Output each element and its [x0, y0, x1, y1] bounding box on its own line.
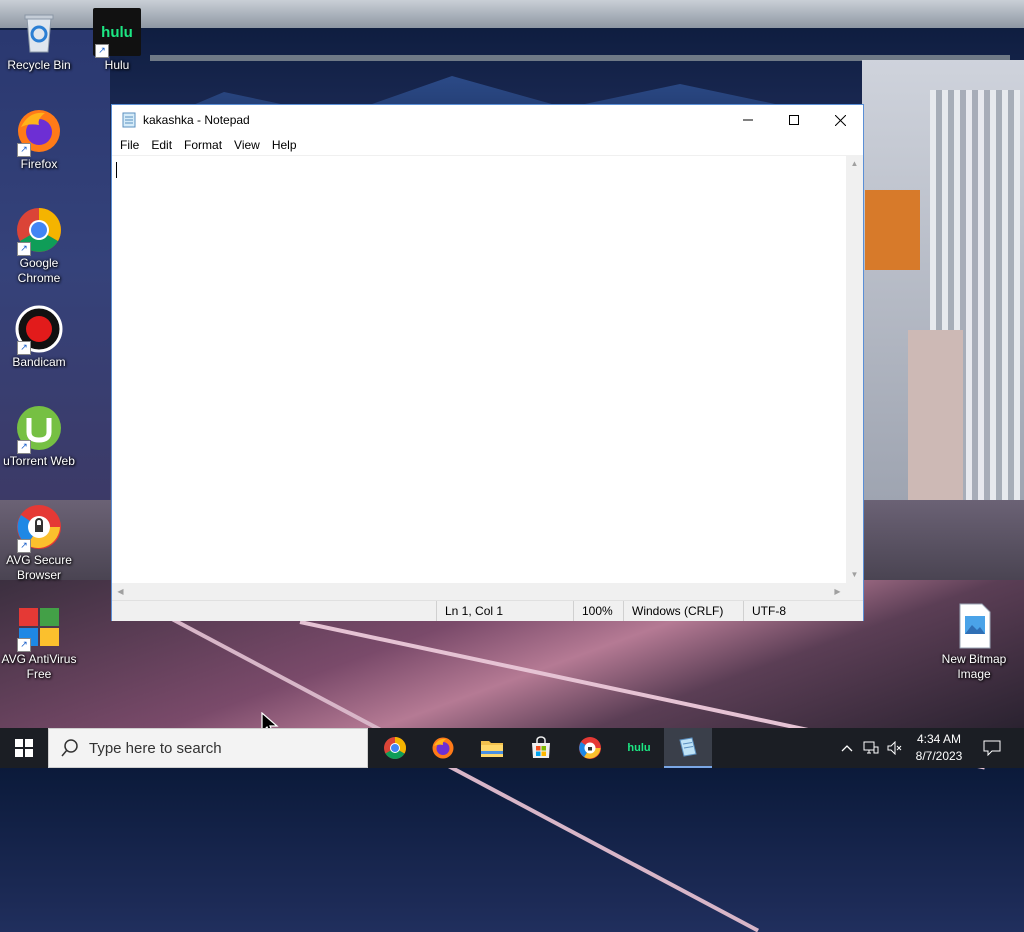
- status-encoding: UTF-8: [743, 601, 843, 621]
- minimize-button[interactable]: [725, 105, 771, 135]
- desktop-icon-hulu[interactable]: hulu ↗ Hulu: [79, 8, 155, 73]
- maximize-icon: [789, 115, 799, 125]
- close-button[interactable]: [817, 105, 863, 135]
- desktop-icon-new-bitmap-image[interactable]: New Bitmap Image: [936, 602, 1012, 682]
- notification-icon: [983, 740, 1001, 756]
- menu-view[interactable]: View: [228, 138, 266, 152]
- shortcut-arrow-icon: ↗: [17, 242, 31, 256]
- search-placeholder: Type here to search: [89, 739, 222, 757]
- desktop-icon-google-chrome[interactable]: ↗ Google Chrome: [1, 206, 77, 286]
- recycle-bin-icon: [15, 8, 63, 56]
- action-center-button[interactable]: [980, 728, 1004, 768]
- menu-edit[interactable]: Edit: [145, 138, 178, 152]
- bitmap-file-icon: [950, 602, 998, 650]
- system-clock[interactable]: 4:34 AM 8/7/2023: [904, 731, 974, 765]
- start-button[interactable]: [0, 728, 48, 768]
- status-zoom: 100%: [573, 601, 623, 621]
- wallpaper-door: [908, 330, 963, 505]
- shortcut-arrow-icon: ↗: [95, 44, 109, 58]
- taskbar-app-avg-secure-browser[interactable]: [566, 728, 614, 768]
- hulu-icon: hulu ↗: [93, 8, 141, 58]
- bandicam-icon: ↗: [15, 305, 63, 355]
- menu-format[interactable]: Format: [178, 138, 228, 152]
- avg-antivirus-icon: ↗: [15, 602, 63, 652]
- menu-file[interactable]: File: [114, 138, 145, 152]
- wallpaper-building: [862, 60, 1024, 540]
- avg-secure-browser-icon: ↗: [15, 503, 63, 553]
- title-bar[interactable]: kakashka - Notepad: [112, 105, 863, 135]
- shortcut-arrow-icon: ↗: [17, 143, 31, 157]
- network-icon: [863, 741, 879, 754]
- status-bar: Ln 1, Col 1 100% Windows (CRLF) UTF-8: [112, 600, 863, 621]
- taskbar: Type here to search hulu 4:34 AM 8/7/202…: [0, 728, 1024, 768]
- scrollbar-corner: [846, 583, 863, 600]
- close-icon: [834, 114, 846, 126]
- notepad-window[interactable]: kakashka - Notepad File Edit Format View…: [111, 104, 864, 621]
- menu-help[interactable]: Help: [266, 138, 303, 152]
- network-status-button[interactable]: [860, 728, 882, 768]
- taskbar-app-notepad[interactable]: [664, 728, 712, 768]
- taskbar-app-firefox[interactable]: [419, 728, 467, 768]
- taskbar-app-hulu[interactable]: hulu: [615, 728, 663, 768]
- menu-bar: File Edit Format View Help: [112, 135, 863, 155]
- desktop-icon-recycle-bin[interactable]: Recycle Bin: [1, 8, 77, 73]
- desktop-icon-avg-antivirus-free[interactable]: ↗ AVG AntiVirus Free: [1, 602, 77, 682]
- text-caret: [116, 162, 117, 178]
- clock-time: 4:34 AM: [916, 732, 962, 746]
- shortcut-arrow-icon: ↗: [17, 539, 31, 553]
- taskbar-app-microsoft-store[interactable]: [517, 728, 565, 768]
- utorrent-icon: ↗: [15, 404, 63, 454]
- desktop-icon-utorrent-web[interactable]: ↗ uTorrent Web: [1, 404, 77, 469]
- scroll-right-arrow-icon[interactable]: ▶: [829, 583, 846, 600]
- chrome-icon: [384, 737, 406, 759]
- folder-icon: [481, 741, 503, 757]
- notepad-app-icon: [121, 112, 137, 128]
- store-icon: [532, 736, 550, 758]
- taskbar-app-file-explorer[interactable]: [468, 728, 516, 768]
- firefox-icon: [432, 737, 454, 759]
- window-title: kakashka - Notepad: [143, 113, 250, 127]
- chrome-icon: ↗: [15, 206, 63, 256]
- shortcut-arrow-icon: ↗: [17, 341, 31, 355]
- scroll-down-arrow-icon[interactable]: ▼: [846, 566, 863, 583]
- shortcut-arrow-icon: ↗: [17, 440, 31, 454]
- firefox-icon: ↗: [15, 107, 63, 157]
- wallpaper-beam: [150, 55, 1010, 61]
- windows-logo-icon: [15, 739, 33, 757]
- hulu-icon: hulu: [627, 742, 651, 754]
- status-cursor-position: Ln 1, Col 1: [436, 601, 573, 621]
- desktop-icon-avg-secure-browser[interactable]: ↗ AVG Secure Browser: [1, 503, 77, 583]
- text-editor-area[interactable]: [112, 155, 846, 584]
- desktop-icon-bandicam[interactable]: ↗ Bandicam: [1, 305, 77, 370]
- taskbar-app-chrome[interactable]: [371, 728, 419, 768]
- volume-button[interactable]: [884, 728, 906, 768]
- show-hidden-icons-button[interactable]: [836, 728, 858, 768]
- clock-date: 8/7/2023: [915, 749, 963, 763]
- maximize-button[interactable]: [771, 105, 817, 135]
- taskbar-search-box[interactable]: Type here to search: [48, 728, 368, 768]
- chevron-up-icon: [841, 745, 853, 752]
- scroll-up-arrow-icon[interactable]: ▲: [846, 155, 863, 172]
- wallpaper-orange-box: [865, 190, 920, 270]
- avg-secure-browser-icon: [579, 737, 601, 759]
- scroll-left-arrow-icon[interactable]: ◀: [112, 583, 129, 600]
- vertical-scrollbar[interactable]: ▲ ▼: [846, 155, 863, 583]
- status-line-ending: Windows (CRLF): [623, 601, 743, 621]
- volume-muted-icon: [887, 741, 902, 755]
- search-icon: [61, 739, 78, 757]
- horizontal-scrollbar[interactable]: ◀ ▶: [112, 583, 846, 600]
- minimize-icon: [743, 119, 753, 121]
- wallpaper-building-stripes: [930, 90, 1020, 510]
- shortcut-arrow-icon: ↗: [17, 638, 31, 652]
- desktop-icon-firefox[interactable]: ↗ Firefox: [1, 107, 77, 172]
- notepad-icon: [679, 737, 697, 757]
